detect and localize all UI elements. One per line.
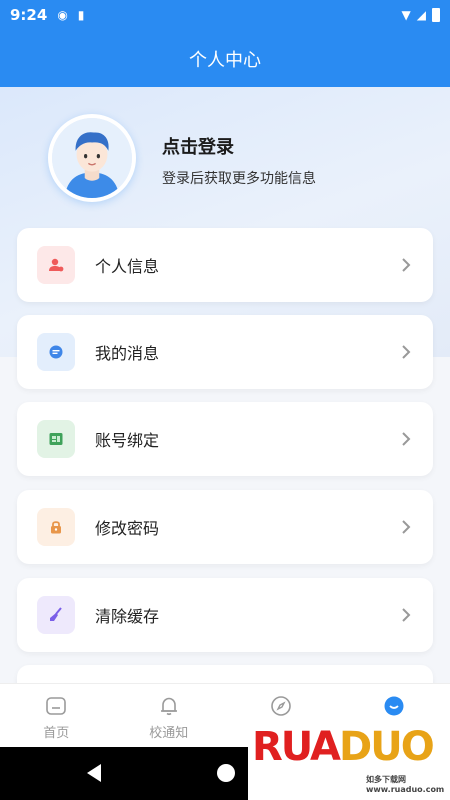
home-icon [46,697,67,715]
menu-item-change-password[interactable]: 修改密码 [17,490,433,564]
bell-icon [160,697,177,716]
profile-icon [384,696,404,716]
watermark-logo: RUADUO 如多下载网 www.ruaduo.com [248,718,450,800]
menu-item-my-messages[interactable]: 我的消息 [17,315,433,389]
status-bar: 9:24 ◉ ▮ ▼ ◢ [0,0,450,30]
menu-item-label: 清除缓存 [95,607,160,626]
menu-item-label: 修改密码 [95,519,160,538]
broom-icon [37,596,75,634]
page-title-bar: 个人中心 [0,30,450,87]
menu-item-clear-cache[interactable]: 清除缓存 [17,578,433,652]
system-home-icon[interactable] [217,764,235,782]
lock-icon [37,508,75,546]
chevron-right-icon [399,520,413,534]
person-icon [37,246,75,284]
menu-item-label: 我的消息 [95,344,160,363]
chevron-right-icon [399,608,413,622]
menu-item-personal-info[interactable]: 个人信息 [17,228,433,302]
wifi-icon: ▼ [401,8,411,22]
status-time: 9:24 [10,6,48,24]
page-title: 个人中心 [189,49,261,71]
watermark-brand: RUADUO [252,724,435,770]
system-back-icon[interactable] [87,764,101,782]
chevron-right-icon [399,258,413,272]
avatar[interactable] [48,114,136,202]
login-prompt-title[interactable]: 点击登录 [162,133,234,159]
chevron-right-icon [399,432,413,446]
nav-tab-home[interactable]: 首页 [0,684,113,747]
avatar-illustration-icon [52,118,132,198]
login-prompt-subtitle: 登录后获取更多功能信息 [162,171,316,187]
message-icon [37,333,75,371]
signal-icon: ◢ [416,8,426,22]
compass-icon [271,696,292,716]
account-bind-icon [37,420,75,458]
chevron-right-icon [399,345,413,359]
menu-item-label: 账号绑定 [95,431,160,450]
nav-tab-label: 首页 [43,726,70,741]
nav-tab-label: 校通知 [149,726,189,741]
menu-item-label: 个人信息 [95,257,160,276]
nav-tab-notices[interactable]: 校通知 [113,684,226,747]
watermark-site-text: 如多下载网 www.ruaduo.com [366,775,445,794]
battery-icon [432,8,440,22]
sync-icon: ◉ [57,8,68,22]
menu-item-account-binding[interactable]: 账号绑定 [17,402,433,476]
sd-card-icon: ▮ [77,8,85,22]
